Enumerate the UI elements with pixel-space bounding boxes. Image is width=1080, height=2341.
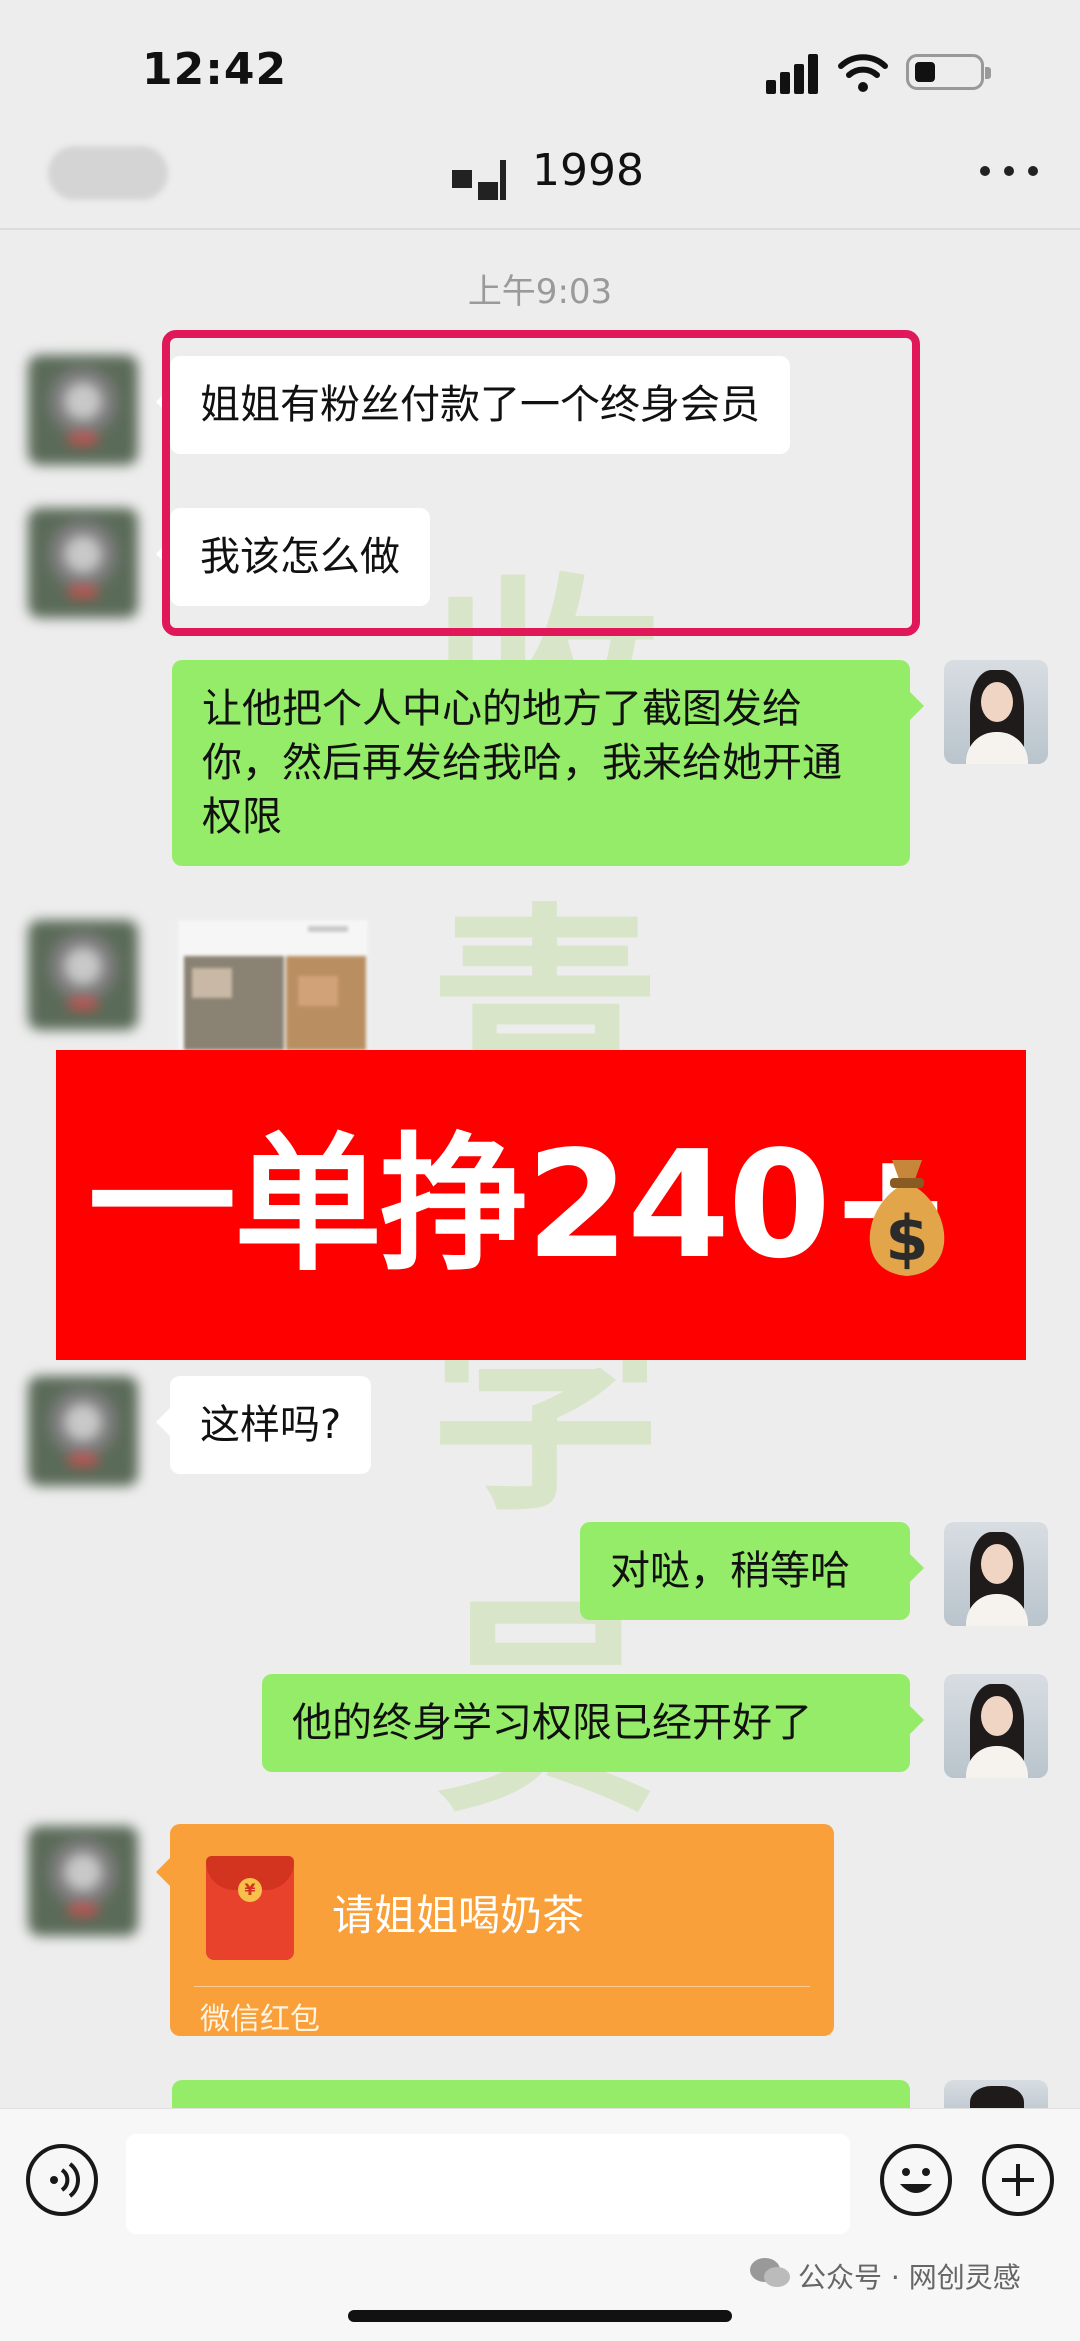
contact-avatar[interactable] [28,1826,138,1936]
image-message-thumbnail[interactable] [178,920,368,1050]
red-packet-icon: ¥ [206,1856,294,1960]
svg-text:$: $ [885,1202,928,1275]
home-indicator[interactable] [348,2310,732,2322]
more-functions-button[interactable] [982,2144,1054,2216]
my-avatar[interactable] [944,1674,1048,1778]
status-time: 12:42 [142,44,288,95]
voice-input-button[interactable] [26,2144,98,2216]
contact-avatar[interactable] [28,1376,138,1486]
back-button[interactable] [48,146,168,200]
promo-banner-text: 一单挣240+ [88,1119,953,1291]
red-packet-title: 请姐姐喝奶茶 [332,1891,585,1940]
account-watermark: 公众号 · 网创灵感 [798,2261,1021,2294]
message-bubble-left[interactable]: 这样吗? [155,1376,372,1474]
cellular-signal-icon [766,50,826,94]
message-bubble-right[interactable]: 对哒，稍等哈 [580,1522,924,1620]
red-packet-label: 微信红包 [200,2002,320,2037]
contact-avatar[interactable] [28,920,138,1030]
red-packet-divider [194,1986,810,1987]
my-avatar[interactable] [944,1522,1048,1626]
message-bubble-right[interactable]: 他的终身学习权限已经开好了 [262,1674,924,1772]
message-bubble-right[interactable]: 让他把个人中心的地方了截图发给你，然后再发给我哈，我来给她开通权限 [172,660,924,866]
my-avatar[interactable] [944,660,1048,764]
contact-avatar[interactable] [28,355,138,465]
wechat-logo-icon [750,2258,790,2287]
message-timestamp: 上午9:03 [467,272,613,312]
highlight-frame [162,330,920,636]
emoji-button[interactable] [880,2144,952,2216]
red-packet-message[interactable]: ¥ 请姐姐喝奶茶 微信红包 [156,1824,834,2037]
money-bag-icon: $ [869,1160,945,1276]
more-options-icon[interactable] [980,156,1040,186]
header-divider [0,228,1080,230]
message-input[interactable] [126,2134,850,2234]
chat-title: 1998 [532,145,644,196]
contact-avatar[interactable] [28,508,138,618]
battery-icon [906,54,991,90]
wifi-icon [838,54,888,92]
title-redacted-mark [452,160,522,200]
